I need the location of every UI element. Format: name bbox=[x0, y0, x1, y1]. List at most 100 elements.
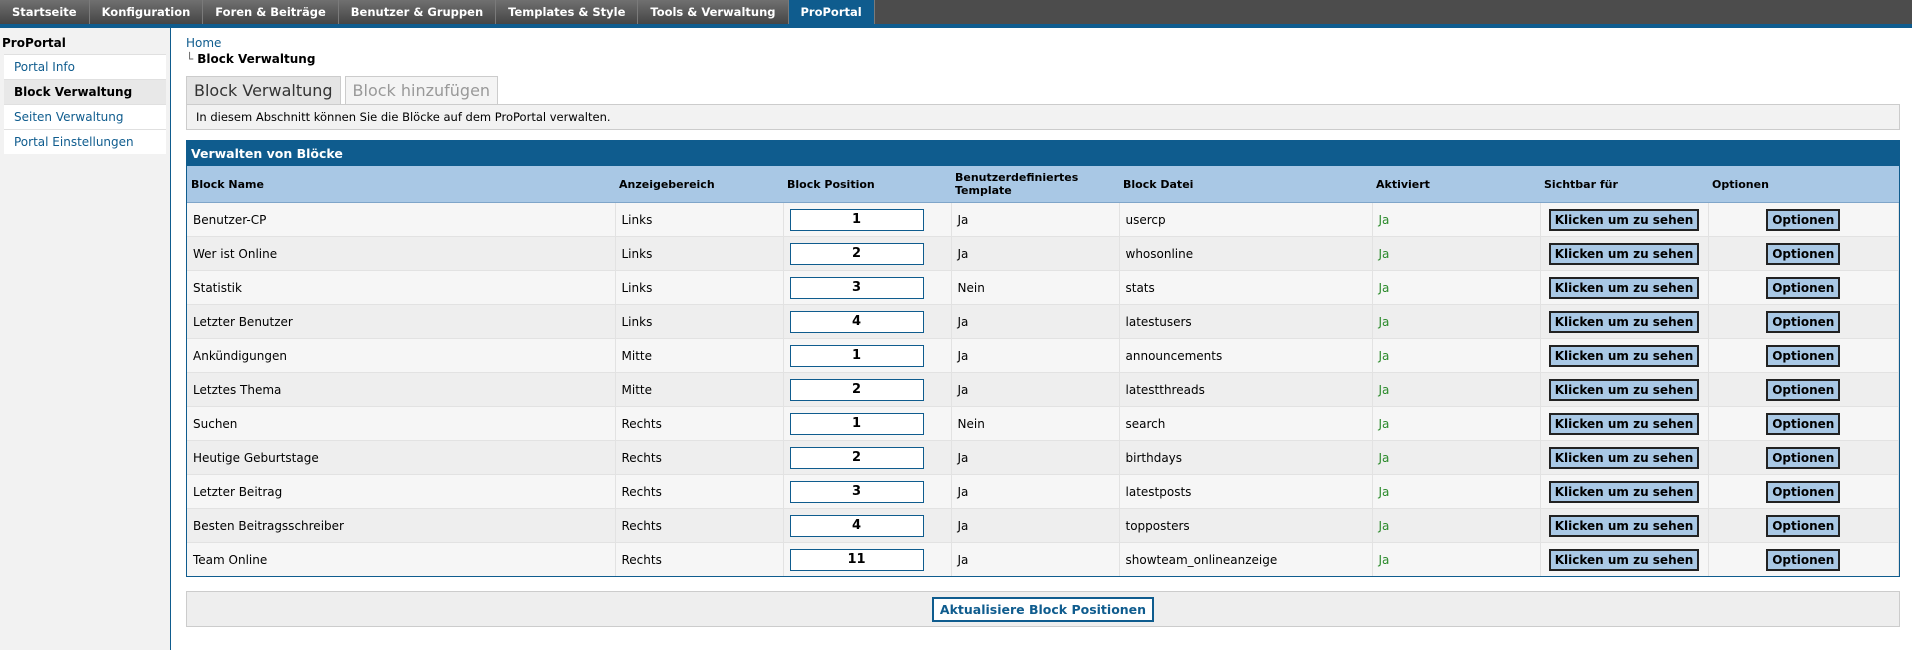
block-template: Nein bbox=[951, 406, 1120, 441]
sidebar-item-portal-info[interactable]: Portal Info bbox=[4, 54, 166, 79]
block-position-input[interactable] bbox=[789, 514, 924, 537]
block-position-input[interactable] bbox=[789, 242, 924, 265]
visible-for-button[interactable]: Klicken um zu sehen bbox=[1548, 276, 1700, 299]
block-area: Mitte bbox=[615, 338, 784, 373]
block-active: Ja bbox=[1372, 474, 1541, 509]
options-button[interactable]: Optionen bbox=[1766, 548, 1841, 571]
options-button[interactable]: Optionen bbox=[1766, 412, 1841, 435]
nav-tab-foren[interactable]: Foren & Beiträge bbox=[203, 0, 339, 24]
block-position-cell bbox=[783, 406, 952, 441]
block-position-cell bbox=[783, 338, 952, 373]
visible-for-button[interactable]: Klicken um zu sehen bbox=[1548, 412, 1700, 435]
block-template: Ja bbox=[951, 474, 1120, 509]
table-row: Heutige GeburtstageRechts JabirthdaysJa Kl… bbox=[187, 440, 1899, 475]
breadcrumb-home[interactable]: Home bbox=[186, 36, 1900, 50]
block-name: Suchen bbox=[187, 406, 616, 441]
options-button[interactable]: Optionen bbox=[1766, 378, 1841, 401]
tab-block-verwaltung[interactable]: Block Verwaltung bbox=[186, 76, 341, 104]
nav-tab-templates[interactable]: Templates & Style bbox=[496, 0, 639, 24]
sidebar-title: ProPortal bbox=[2, 36, 66, 50]
visible-for-button[interactable]: Klicken um zu sehen bbox=[1548, 208, 1700, 231]
sidebar-item-portal-einstellungen[interactable]: Portal Einstellungen bbox=[4, 129, 166, 154]
block-position-input[interactable] bbox=[789, 480, 924, 503]
block-template: Ja bbox=[951, 236, 1120, 271]
table-row: AnkündigungenMitte JaannouncementsJa Klick… bbox=[187, 338, 1899, 373]
options-button[interactable]: Optionen bbox=[1766, 480, 1841, 503]
block-active: Ja bbox=[1372, 406, 1541, 441]
block-position-input[interactable] bbox=[789, 412, 924, 435]
breadcrumb-current-label: Block Verwaltung bbox=[197, 52, 316, 66]
options-button[interactable]: Optionen bbox=[1766, 208, 1841, 231]
block-area: Rechts bbox=[615, 440, 784, 475]
block-position-cell bbox=[783, 236, 952, 271]
visible-cell: Klicken um zu sehen bbox=[1540, 508, 1709, 543]
options-button[interactable]: Optionen bbox=[1766, 276, 1841, 299]
options-button[interactable]: Optionen bbox=[1766, 514, 1841, 537]
block-active: Ja bbox=[1372, 270, 1541, 305]
table-row: Letztes ThemaMitte JalatestthreadsJa Klick… bbox=[187, 372, 1899, 407]
options-button[interactable]: Optionen bbox=[1766, 242, 1841, 265]
block-template: Ja bbox=[951, 508, 1120, 543]
visible-for-button[interactable]: Klicken um zu sehen bbox=[1548, 446, 1700, 469]
col-block-datei: Block Datei bbox=[1119, 166, 1372, 203]
col-block-name: Block Name bbox=[187, 166, 615, 203]
options-cell: Optionen bbox=[1708, 474, 1899, 509]
sidebar-item-seiten-verwaltung[interactable]: Seiten Verwaltung bbox=[4, 104, 166, 129]
options-button[interactable]: Optionen bbox=[1766, 310, 1841, 333]
block-file: birthdays bbox=[1119, 440, 1373, 475]
block-position-input[interactable] bbox=[789, 446, 924, 469]
visible-for-button[interactable]: Klicken um zu sehen bbox=[1548, 378, 1700, 401]
block-name: Benutzer-CP bbox=[187, 202, 616, 237]
sidebar: ProPortal Portal Info Block Verwaltung S… bbox=[0, 28, 171, 650]
page-tabs: Block Verwaltung Block hinzufügen bbox=[186, 76, 1900, 104]
tab-block-hinzufuegen[interactable]: Block hinzufügen bbox=[344, 76, 499, 104]
block-active: Ja bbox=[1372, 542, 1541, 576]
nav-tab-startseite[interactable]: Startseite bbox=[0, 0, 90, 24]
options-cell: Optionen bbox=[1708, 236, 1899, 271]
block-template: Ja bbox=[951, 542, 1120, 576]
options-cell: Optionen bbox=[1708, 304, 1899, 339]
visible-cell: Klicken um zu sehen bbox=[1540, 372, 1709, 407]
visible-cell: Klicken um zu sehen bbox=[1540, 270, 1709, 305]
visible-for-button[interactable]: Klicken um zu sehen bbox=[1548, 514, 1700, 537]
block-position-input[interactable] bbox=[789, 378, 924, 401]
block-area: Rechts bbox=[615, 542, 784, 576]
nav-tab-benutzer[interactable]: Benutzer & Gruppen bbox=[338, 0, 497, 24]
block-area: Links bbox=[615, 304, 784, 339]
block-file: whosonline bbox=[1119, 236, 1373, 271]
block-position-input[interactable] bbox=[789, 548, 924, 571]
visible-for-button[interactable]: Klicken um zu sehen bbox=[1548, 480, 1700, 503]
main-content: Home └ Block Verwaltung Block Verwaltung … bbox=[186, 36, 1900, 627]
options-button[interactable]: Optionen bbox=[1766, 446, 1841, 469]
block-position-cell bbox=[783, 304, 952, 339]
block-position-input[interactable] bbox=[789, 310, 924, 333]
block-position-input[interactable] bbox=[789, 344, 924, 367]
block-area: Rechts bbox=[615, 474, 784, 509]
block-file: usercp bbox=[1119, 202, 1373, 237]
block-position-input[interactable] bbox=[789, 276, 924, 299]
visible-for-button[interactable]: Klicken um zu sehen bbox=[1548, 344, 1700, 367]
table-row: StatistikLinks NeinstatsJa Klicken um zu s… bbox=[187, 270, 1899, 305]
block-area: Links bbox=[615, 270, 784, 305]
table-row: Benutzer-CPLinks JausercpJa Klicken um zu … bbox=[187, 202, 1899, 237]
nav-tab-konfiguration[interactable]: Konfiguration bbox=[89, 0, 204, 24]
block-template: Nein bbox=[951, 270, 1120, 305]
visible-cell: Klicken um zu sehen bbox=[1540, 202, 1709, 237]
sidebar-item-block-verwaltung[interactable]: Block Verwaltung bbox=[4, 79, 166, 104]
visible-for-button[interactable]: Klicken um zu sehen bbox=[1548, 242, 1700, 265]
block-template: Ja bbox=[951, 202, 1120, 237]
block-file: latestthreads bbox=[1119, 372, 1373, 407]
block-active: Ja bbox=[1372, 202, 1541, 237]
update-positions-button[interactable]: Aktualisiere Block Positionen bbox=[931, 596, 1155, 622]
block-position-input[interactable] bbox=[789, 208, 924, 231]
col-optionen: Optionen bbox=[1708, 166, 1899, 203]
block-active: Ja bbox=[1372, 338, 1541, 373]
nav-tab-tools[interactable]: Tools & Verwaltung bbox=[638, 0, 789, 24]
visible-cell: Klicken um zu sehen bbox=[1540, 474, 1709, 509]
visible-for-button[interactable]: Klicken um zu sehen bbox=[1548, 548, 1700, 571]
options-button[interactable]: Optionen bbox=[1766, 344, 1841, 367]
block-active: Ja bbox=[1372, 440, 1541, 475]
top-navigation: Startseite Konfiguration Foren & Beiträg… bbox=[0, 0, 1912, 28]
visible-for-button[interactable]: Klicken um zu sehen bbox=[1548, 310, 1700, 333]
nav-tab-proportal[interactable]: ProPortal bbox=[788, 0, 875, 24]
